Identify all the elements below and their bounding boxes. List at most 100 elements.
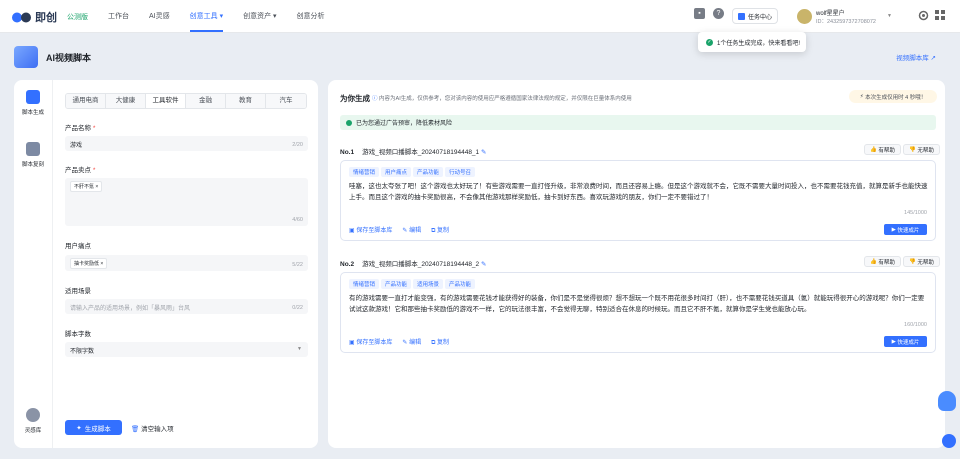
chevron-down-icon[interactable]: ▼: [887, 13, 892, 19]
form-panel: 通用电商 大健康 工具软件 金融 教育 汽车 产品名称 * 游戏 2/20 产品…: [52, 80, 318, 448]
nav-ai-inspiration[interactable]: AI灵感: [149, 11, 170, 21]
user-id: ID：2432597372708072: [816, 19, 876, 25]
save-to-library-button[interactable]: ▣ 保存至脚本库: [349, 337, 392, 347]
task-center-button[interactable]: 任务中心: [732, 8, 778, 24]
tab-finance[interactable]: 金融: [186, 94, 226, 108]
nav-creative-assets[interactable]: 创意资产 ▾: [243, 11, 276, 21]
brand-name: 即创: [35, 12, 57, 24]
tab-education[interactable]: 教育: [226, 94, 266, 108]
nav-workbench[interactable]: 工作台: [108, 11, 129, 21]
script-tag: 适用场景: [413, 279, 444, 289]
tab-general-ecommerce[interactable]: 通用电商: [66, 94, 106, 108]
gear-icon[interactable]: [918, 10, 929, 21]
sidebar-item-label: 灵感库: [24, 428, 42, 434]
scenario-label: 适用场景: [65, 288, 91, 295]
apps-grid-icon[interactable]: [935, 10, 946, 21]
help-icon[interactable]: ?: [713, 8, 724, 19]
workspace-tag[interactable]: 公测版: [67, 12, 88, 22]
edit-name-icon[interactable]: ✎: [481, 261, 486, 268]
script-tag: 行动号召: [445, 167, 476, 177]
task-icon: [737, 12, 745, 20]
pain-point-chip[interactable]: 抽卡奖励低 ×: [70, 258, 108, 269]
check-circle-icon: [346, 119, 352, 126]
char-count: 2/20: [292, 142, 303, 148]
tab-auto[interactable]: 汽车: [266, 94, 306, 108]
review-passed-text: 已为您通过广告预审，降低素材风险: [356, 121, 453, 127]
top-nav: 工作台 AI灵感 创意工具 ▾ 创意资产 ▾ 创意分析: [108, 11, 345, 32]
shield-icon[interactable]: ▪: [694, 8, 705, 19]
helpful-button[interactable]: 👍 有帮助: [864, 144, 901, 155]
thumb-down-icon: 👎: [909, 146, 916, 153]
sidebar-item-script-generate[interactable]: 脚本生成: [14, 90, 52, 116]
script-library-link[interactable]: 视频脚本库 ↗: [896, 52, 936, 62]
time-hint-badge: ⚡ 本次生成仅用时 4 秒哦！: [849, 90, 937, 103]
word-count-label: 脚本字数: [65, 331, 91, 338]
generate-label: 生成脚本: [84, 425, 111, 433]
info-icon: ⓘ: [372, 96, 378, 102]
pain-point-label: 用户痛点: [65, 243, 91, 250]
nav-creative-tools[interactable]: 创意工具 ▾: [189, 11, 224, 32]
task-center-label: 任务中心: [747, 14, 772, 21]
chat-bubble-icon[interactable]: [942, 434, 956, 448]
lightbulb-icon: [26, 408, 40, 422]
results-panel: 为你生成 ⓘ 内容为AI生成，仅供参考，您对该内容的使用应严格遵循国家法律法规的…: [328, 80, 945, 448]
quick-video-button[interactable]: ▶ 快速成片: [884, 224, 927, 235]
save-icon: ▣: [349, 340, 355, 346]
edit-icon: ✎: [402, 340, 408, 346]
quick-video-button[interactable]: ▶ 快速成片: [884, 336, 927, 347]
generate-script-button[interactable]: ✦ 生成脚本: [65, 420, 122, 435]
sidebar-item-script-copy[interactable]: 脚本复刻: [14, 142, 52, 168]
copy-button[interactable]: ⧉ 复制: [431, 337, 449, 347]
script-text: 哇塞，这也太夸张了吧！这个游戏也太好玩了！有些游戏需要一直打怪升级，非常浪费时间…: [349, 183, 928, 201]
sidebar-item-label: 脚本生成: [21, 110, 44, 116]
entry-header: No.2 游戏_视频口播脚本_20240718194448_2 ✎: [340, 261, 487, 268]
thumb-down-icon: 👎: [909, 258, 916, 265]
save-to-library-button[interactable]: ▣ 保存至脚本库: [349, 225, 392, 235]
sidebar-item-inspiration[interactable]: 灵感库: [14, 408, 52, 434]
word-count-value: 不限字数: [70, 349, 95, 355]
tab-tool-software[interactable]: 工具软件: [146, 94, 186, 108]
clear-inputs-button[interactable]: 🗑 清空输入项: [131, 423, 174, 433]
script-char-count: 160/1000: [904, 322, 927, 328]
clear-label: 清空输入项: [141, 426, 174, 433]
copy-icon: ⧉: [431, 228, 436, 234]
script-actions: ▣ 保存至脚本库 ✎ 编辑 ⧉ 复制: [349, 225, 449, 235]
assistant-mascot-icon[interactable]: [938, 391, 956, 411]
selling-point-chip[interactable]: 不肝不氪 ×: [70, 181, 103, 192]
brand-logo-icon: [12, 12, 31, 22]
product-name-input[interactable]: 游戏 2/20: [65, 136, 308, 151]
scenario-input[interactable]: 请输入产品的适用场景，例如「暴风雨」台风 0/22: [65, 299, 308, 314]
video-script-icon: [14, 46, 38, 68]
page-header: AI视频脚本 视频脚本库 ↗: [14, 44, 946, 70]
avatar[interactable]: [797, 9, 812, 24]
script-tag: 情绪营销: [349, 279, 380, 289]
helpful-button[interactable]: 👍 有帮助: [864, 256, 901, 267]
selling-point-label: 产品卖点 *: [65, 167, 96, 174]
top-bar: 即创 公测版 工作台 AI灵感 创意工具 ▾ 创意资产 ▾ 创意分析 ▪ ? 任…: [0, 0, 960, 33]
brand-logo[interactable]: 即创: [12, 9, 57, 25]
sidebar: 脚本生成 脚本复刻 灵感库: [14, 80, 52, 448]
script-card: 情绪营销 产品功能 适用场景 产品功能 有的游戏需要一直打才能变强，有的游戏需要…: [340, 272, 936, 353]
copy-button[interactable]: ⧉ 复制: [431, 225, 449, 235]
edit-button[interactable]: ✎ 编辑: [402, 337, 421, 347]
video-icon: ▶: [891, 226, 896, 233]
copy-text-icon: [26, 142, 40, 156]
review-passed-bar: 已为您通过广告预审，降低素材风险: [340, 115, 936, 130]
unhelpful-button[interactable]: 👎 无帮助: [903, 144, 940, 155]
word-count-select[interactable]: 不限字数 ▼: [65, 342, 308, 357]
product-name-value: 游戏: [70, 143, 83, 149]
unhelpful-button[interactable]: 👎 无帮助: [903, 256, 940, 267]
task-done-toast[interactable]: ✓ 1个任务生成完成，快来看看吧!: [698, 32, 806, 52]
script-tag: 产品功能: [381, 279, 412, 289]
edit-button[interactable]: ✎ 编辑: [402, 225, 421, 235]
trash-icon: 🗑: [131, 426, 140, 433]
edit-name-icon[interactable]: ✎: [481, 149, 486, 156]
nav-creative-analysis[interactable]: 创意分析: [297, 11, 325, 21]
sidebar-item-label: 脚本复刻: [21, 162, 44, 168]
tab-health[interactable]: 大健康: [106, 94, 146, 108]
results-title: 为你生成: [340, 94, 370, 103]
sparkle-icon: ✦: [76, 424, 82, 432]
pain-point-input[interactable]: 抽卡奖励低 × 5/22: [65, 255, 308, 271]
check-circle-icon: ✓: [706, 38, 713, 46]
selling-point-input[interactable]: 不肝不氪 × 4/60: [65, 178, 308, 226]
